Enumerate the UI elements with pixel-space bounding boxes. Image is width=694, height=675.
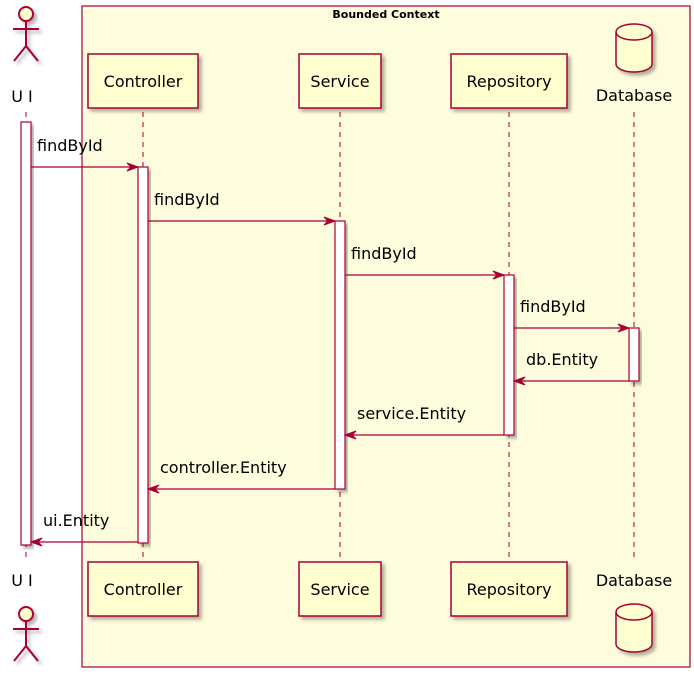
participant-controller-head[interactable]: Controller — [87, 53, 199, 109]
database-label: Database — [596, 86, 672, 105]
database-icon — [615, 603, 653, 653]
participant-label: Controller — [104, 72, 183, 91]
actor-icon — [13, 606, 39, 662]
activation-service — [334, 220, 346, 490]
participant-repository-foot[interactable]: Repository — [450, 561, 568, 617]
message-label: ui.Entity — [43, 511, 109, 530]
activation-database — [628, 327, 640, 382]
message-label: db.Entity — [526, 350, 598, 369]
actor-label: U I — [11, 87, 33, 106]
participant-controller-foot[interactable]: Controller — [87, 561, 199, 617]
participant-service-head[interactable]: Service — [298, 53, 382, 109]
activation-ui — [20, 121, 32, 546]
database-label: Database — [596, 571, 672, 590]
participant-service-foot[interactable]: Service — [298, 561, 382, 617]
message-label: findById — [37, 136, 103, 155]
message-label: service.Entity — [357, 404, 466, 423]
message-label: findById — [154, 190, 220, 209]
message-label: findById — [351, 244, 417, 263]
message-label: controller.Entity — [160, 458, 287, 477]
participant-label: Repository — [466, 580, 551, 599]
bounded-context-title: Bounded Context — [332, 8, 439, 21]
activation-controller — [137, 166, 149, 544]
participant-label: Service — [310, 72, 369, 91]
actor-icon — [13, 6, 39, 62]
participant-label: Service — [310, 580, 369, 599]
participant-ui-foot[interactable]: U I — [11, 571, 39, 662]
activation-repository — [503, 274, 515, 436]
actor-label: U I — [11, 571, 33, 590]
participant-repository-head[interactable]: Repository — [450, 53, 568, 109]
participant-ui-head[interactable]: U I — [11, 6, 39, 106]
sequence-diagram: Bounded Context findById findById findById… — [11, 5, 691, 668]
participant-label: Repository — [466, 72, 551, 91]
message-label: findById — [520, 297, 586, 316]
database-icon — [615, 23, 653, 73]
participant-label: Controller — [104, 580, 183, 599]
